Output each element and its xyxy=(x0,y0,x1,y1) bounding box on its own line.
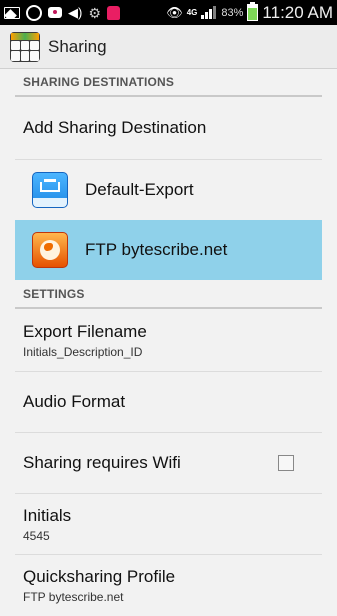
setting-title: Quicksharing Profile xyxy=(23,567,176,586)
setting-quicksharing-profile[interactable]: Quicksharing Profile FTP bytescribe.net xyxy=(15,555,322,616)
setting-value: Initials_Description_ID xyxy=(23,344,143,359)
setting-text: Export Filename Initials_Description_ID xyxy=(23,322,147,359)
setting-text: Initials 4545 xyxy=(23,506,71,543)
signal-icon xyxy=(201,6,217,19)
system-icons: 👁 4G 83% 11:20 AM xyxy=(166,2,337,23)
network-icon: 4G xyxy=(186,7,198,17)
add-destination-label: Add Sharing Destination xyxy=(23,118,207,137)
export-icon xyxy=(32,172,68,208)
battery-percent: 83% xyxy=(221,6,244,19)
ftp-globe-icon xyxy=(32,232,68,268)
clock: 11:20 AM xyxy=(262,2,333,22)
action-bar: Sharing xyxy=(0,25,337,68)
picture-icon xyxy=(4,6,20,19)
notification-icons: ◀) ⚙ xyxy=(0,4,120,21)
destination-item-ftp[interactable]: FTP bytescribe.net xyxy=(15,220,322,280)
battery-icon xyxy=(247,2,259,21)
section-header-destinations: SHARING DESTINATIONS xyxy=(15,68,322,97)
ring-icon xyxy=(26,4,42,21)
destination-label: FTP bytescribe.net xyxy=(85,240,228,259)
setting-audio-format[interactable]: Audio Format xyxy=(15,372,322,433)
setting-title: Initials xyxy=(23,505,72,525)
settings-list: SHARING DESTINATIONS Add Sharing Destina… xyxy=(0,68,337,616)
setting-export-filename[interactable]: Export Filename Initials_Description_ID xyxy=(15,309,322,372)
app-icon xyxy=(106,5,120,20)
destination-label: Default-Export xyxy=(85,180,194,199)
setting-initials[interactable]: Initials 4545 xyxy=(15,494,322,555)
add-destination-item[interactable]: Add Sharing Destination xyxy=(15,97,322,160)
setting-text: Quicksharing Profile FTP bytescribe.net xyxy=(23,567,175,604)
setting-value: FTP bytescribe.net xyxy=(23,590,124,604)
setting-title: Export Filename xyxy=(23,321,147,341)
gear-icon: ⚙ xyxy=(88,4,101,21)
chat-bubble-icon xyxy=(48,7,62,18)
setting-title: Audio Format xyxy=(23,392,126,411)
volume-icon: ◀) xyxy=(68,5,83,20)
eye-icon: 👁 xyxy=(166,5,183,20)
setting-sharing-requires-wifi[interactable]: Sharing requires Wifi xyxy=(15,433,322,494)
setting-value: 4545 xyxy=(23,528,50,543)
page-title: Sharing xyxy=(48,36,107,56)
section-header-settings: SETTINGS xyxy=(15,280,322,309)
wifi-checkbox[interactable] xyxy=(278,455,294,471)
status-bar: ◀) ⚙ 👁 4G 83% 11:20 AM xyxy=(0,0,337,25)
destination-item-default-export[interactable]: Default-Export xyxy=(0,160,337,220)
setting-title: Sharing requires Wifi xyxy=(23,453,181,472)
app-logo-icon[interactable] xyxy=(10,31,40,62)
